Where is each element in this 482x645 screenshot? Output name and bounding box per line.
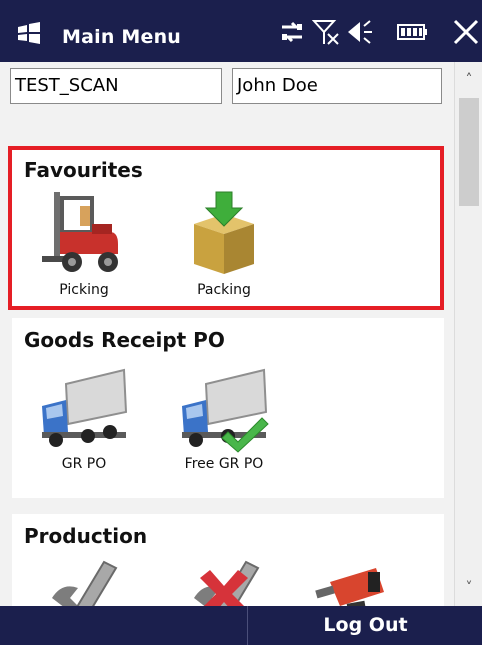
picking-tile[interactable]: Picking	[34, 188, 134, 298]
wrench-icon	[52, 560, 118, 606]
gr-po-tile[interactable]: GR PO	[34, 362, 134, 472]
packing-tile[interactable]: Packing	[174, 188, 274, 298]
production-panel: Production	[12, 514, 444, 606]
scroll-up-icon[interactable]: ˄	[455, 72, 482, 94]
volume-icon[interactable]	[346, 18, 376, 46]
forklift-icon	[42, 192, 118, 272]
free-gr-po-tile[interactable]: Free GR PO	[174, 362, 274, 472]
battery-icon	[396, 18, 428, 46]
no-signal-icon	[312, 18, 342, 46]
vertical-scrollbar[interactable]: ˄ ˅	[454, 62, 482, 606]
section-title-goods-receipt-po: Goods Receipt PO	[24, 328, 225, 352]
window-title: Main Menu	[62, 26, 182, 48]
connectivity-icon	[278, 18, 306, 46]
tile-label: Picking	[59, 282, 109, 298]
tile-label: Free GR PO	[184, 456, 264, 472]
log-out-button[interactable]: Log Out	[249, 606, 482, 645]
windows-flag-icon[interactable]	[16, 22, 42, 44]
scroll-down-icon[interactable]: ˅	[455, 580, 482, 602]
title-bar: Main Menu	[0, 0, 482, 62]
box-download-icon	[194, 191, 254, 274]
left-soft-key[interactable]	[0, 606, 248, 645]
tile-label: Packing	[197, 282, 251, 298]
section-title-favourites: Favourites	[24, 158, 143, 182]
close-icon[interactable]	[452, 18, 480, 46]
drill-icon	[315, 568, 384, 606]
tile-label: GR PO	[61, 456, 107, 472]
wrench-x-icon	[194, 560, 260, 606]
scroll-thumb[interactable]	[459, 98, 479, 206]
goods-receipt-po-panel: Goods Receipt PO GR PO Free GR PO	[12, 318, 444, 498]
user-field[interactable]: John Doe	[232, 68, 442, 104]
production-tile-3[interactable]	[308, 558, 408, 606]
section-title-production: Production	[24, 524, 148, 548]
soft-key-bar: Log Out	[0, 606, 482, 645]
truck-check-icon	[182, 368, 269, 453]
scan-field[interactable]: TEST_SCAN	[10, 68, 222, 104]
truck-icon	[42, 368, 128, 447]
production-tile-2[interactable]	[174, 558, 274, 606]
favourites-panel: Favourites Picking Packing	[12, 148, 444, 308]
production-tile-1[interactable]	[32, 558, 132, 606]
